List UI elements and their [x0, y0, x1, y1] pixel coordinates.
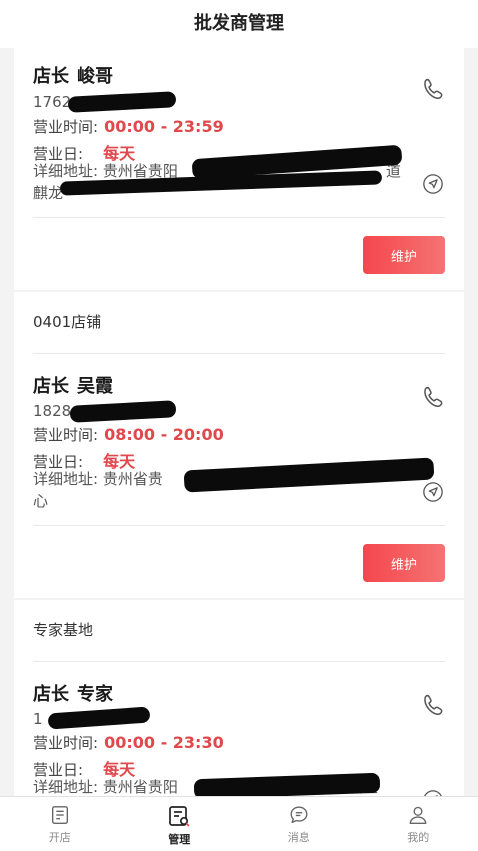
- store-name: 0401店铺: [33, 292, 101, 352]
- store-card: 0401店铺 店长吴霞 1828 营业时间:08:00 - 20:00 营业日:…: [14, 292, 464, 598]
- maintain-button[interactable]: 维护: [363, 236, 445, 274]
- owner-name-text: 峻哥: [77, 66, 113, 87]
- hours-label: 营业时间:: [33, 426, 98, 444]
- tab-open-store[interactable]: 开店: [0, 797, 120, 851]
- business-hours: 营业时间: 00:00 - 23:59: [33, 116, 224, 137]
- hours-label: 营业时间:: [33, 734, 98, 752]
- store-card: 专家基地 店长专家 1 营业时间:00:00 - 23:30 营业日:每天 详细…: [14, 600, 464, 796]
- address-label: 详细地址:: [33, 778, 98, 796]
- profile-icon: [407, 804, 429, 826]
- owner-name: 店长专家: [33, 680, 113, 706]
- hours-value: 00:00 - 23:59: [104, 117, 224, 136]
- store-card: 店长峻哥 1762 营业时间:00:00 - 23:59 营业日:每天 详细地址…: [14, 48, 464, 290]
- redaction-mark: [48, 706, 151, 729]
- address-label: 详细地址:: [33, 162, 98, 180]
- tab-manage[interactable]: 管理: [120, 797, 240, 851]
- maintain-button[interactable]: 维护: [363, 544, 445, 582]
- owner-name: 店长吴霞: [33, 372, 113, 398]
- owner-name-text: 吴霞: [77, 376, 113, 397]
- tab-profile[interactable]: 我的: [359, 797, 478, 851]
- divider: [33, 217, 445, 218]
- phone-icon[interactable]: [421, 76, 447, 102]
- address-label: 详细地址:: [33, 470, 98, 488]
- hours-label: 营业时间:: [33, 118, 98, 136]
- business-hours: 营业时间: 08:00 - 20:00: [33, 424, 224, 445]
- address-text: 贵州省贵阳: [103, 778, 178, 796]
- owner-name-text: 专家: [77, 684, 113, 705]
- address-line2: 心: [33, 492, 48, 510]
- store-list[interactable]: 店长峻哥 1762 营业时间:00:00 - 23:59 营业日:每天 详细地址…: [0, 48, 478, 796]
- phone-icon[interactable]: [421, 692, 447, 718]
- business-hours: 营业时间: 00:00 - 23:30: [33, 732, 224, 753]
- owner-title: 店长: [33, 66, 69, 87]
- owner-title: 店长: [33, 376, 69, 397]
- divider: [33, 525, 445, 526]
- divider: [33, 661, 445, 662]
- divider: [33, 353, 445, 354]
- owner-title: 店长: [33, 684, 69, 705]
- page-title: 批发商管理: [0, 0, 478, 48]
- owner-name: 店长峻哥: [33, 62, 113, 88]
- tab-label: 我的: [359, 829, 478, 845]
- message-icon: [288, 804, 310, 826]
- tab-label: 消息: [239, 829, 359, 845]
- store-name: 专家基地: [33, 600, 93, 660]
- hours-value: 08:00 - 20:00: [104, 425, 224, 444]
- redaction-mark: [70, 400, 177, 423]
- tab-label: 开店: [0, 829, 120, 845]
- address-line2: 麒龙: [33, 184, 63, 202]
- bottom-tab-bar: 开店 管理 消息 我的: [0, 796, 478, 851]
- tab-messages[interactable]: 消息: [239, 797, 359, 851]
- phone-number: 1828: [33, 402, 71, 420]
- shop-icon: [49, 804, 71, 826]
- phone-icon[interactable]: [421, 384, 447, 410]
- address-text: 贵州省贵: [103, 470, 163, 488]
- navigation-icon[interactable]: [422, 789, 444, 796]
- navigation-icon[interactable]: [422, 481, 444, 503]
- phone-number: 1: [33, 710, 43, 728]
- redaction-mark: [68, 91, 177, 113]
- hours-value: 00:00 - 23:30: [104, 733, 224, 752]
- tab-label: 管理: [120, 831, 240, 847]
- navigation-icon[interactable]: [422, 173, 444, 195]
- manage-icon: [167, 804, 191, 828]
- phone-number: 1762: [33, 93, 71, 111]
